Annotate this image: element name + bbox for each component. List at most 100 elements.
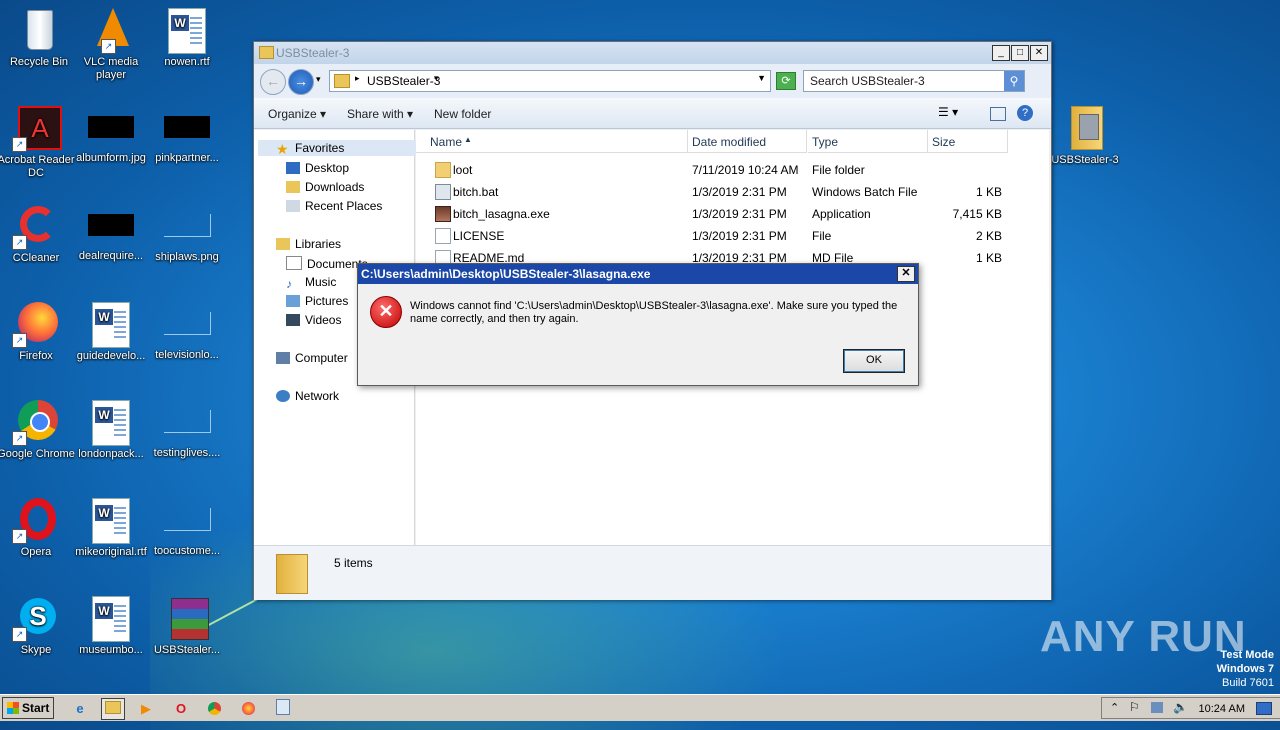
- preview-pane-icon[interactable]: [990, 107, 1006, 121]
- back-button[interactable]: ←: [260, 69, 286, 95]
- desktop-icon-londonpack[interactable]: W londonpack...: [72, 398, 150, 461]
- desktop-icon-ccleaner[interactable]: ↗ CCleaner: [0, 202, 75, 265]
- desktop-icon-chrome[interactable]: ↗ Google Chrome: [0, 398, 75, 461]
- opera-icon[interactable]: O: [169, 698, 193, 720]
- file-row[interactable]: bitch_lasagna.exe 1/3/2019 2:31 PM Appli…: [416, 203, 1049, 225]
- desktop-icon-pinkpartner[interactable]: pinkpartner...: [148, 104, 226, 165]
- desktop-icon-albumform[interactable]: albumform.jpg: [72, 104, 150, 165]
- organize-button[interactable]: Organize ▾: [268, 107, 326, 121]
- file-row[interactable]: bitch.bat 1/3/2019 2:31 PM Windows Batch…: [416, 181, 1049, 203]
- column-label: Name: [430, 135, 463, 149]
- desktop-icon-opera[interactable]: ↗ Opera: [0, 496, 75, 559]
- start-button[interactable]: Start: [2, 697, 54, 719]
- nav-network[interactable]: Network: [276, 389, 339, 403]
- build-line: Build 7601: [1222, 677, 1274, 689]
- nav-computer[interactable]: Computer: [276, 351, 348, 365]
- desktop-icon-skype[interactable]: S ↗ Skype: [0, 594, 75, 657]
- refresh-icon[interactable]: ⟳: [776, 72, 796, 90]
- desktop-icon-testinglives[interactable]: testinglives....: [148, 398, 226, 460]
- nav-libraries[interactable]: Libraries: [276, 237, 341, 251]
- search-icon[interactable]: ⚲: [1004, 71, 1024, 91]
- help-icon[interactable]: ?: [1017, 105, 1033, 121]
- desktop-icon-label: testinglives....: [153, 447, 221, 459]
- address-dropdown-icon[interactable]: ▼: [757, 73, 766, 83]
- minimize-button[interactable]: _: [992, 45, 1010, 61]
- close-button[interactable]: ✕: [1030, 45, 1048, 61]
- maximize-button[interactable]: □: [1011, 45, 1029, 61]
- nav-pictures[interactable]: Pictures: [286, 294, 348, 308]
- nav-label: Network: [295, 389, 340, 403]
- internet-explorer-icon[interactable]: e: [68, 698, 92, 720]
- desktop-icon-firefox[interactable]: ↗ Firefox: [0, 300, 75, 363]
- action-center-flag-icon[interactable]: ⚐: [1129, 700, 1140, 714]
- desktop-icon-toocustome[interactable]: toocustome...: [148, 496, 226, 558]
- desktop-icon-acrobat[interactable]: A ↗ Acrobat Reader DC: [0, 104, 75, 180]
- word-document-icon: W: [92, 400, 130, 446]
- column-header-size[interactable]: Size: [928, 130, 1008, 153]
- recent-pages-chevron-icon[interactable]: ▾: [316, 74, 321, 85]
- nav-label: Music: [305, 275, 337, 289]
- desktop-icon-shiplaws[interactable]: shiplaws.png: [148, 202, 226, 264]
- show-hidden-icons-icon[interactable]: ⌃: [1110, 701, 1119, 714]
- desktop-icon-dealrequire[interactable]: dealrequire...: [72, 202, 150, 263]
- share-with-button[interactable]: Share with ▾: [347, 107, 413, 121]
- desktop-icon-vlc[interactable]: ↗ VLC media player: [72, 6, 150, 82]
- firefox-icon[interactable]: [236, 698, 260, 720]
- search-input[interactable]: Search USBStealer-3 ⚲: [803, 70, 1025, 92]
- desktop-icon-label: Google Chrome: [0, 448, 75, 460]
- desktop-icon-guidedevelo[interactable]: W guidedevelo...: [72, 300, 150, 363]
- nav-recent-places[interactable]: Recent Places: [286, 199, 382, 213]
- desktop-icon-usbstealer-archive[interactable]: USBStealer...: [148, 594, 226, 657]
- desktop-icon-museumbo[interactable]: W museumbo...: [72, 594, 150, 657]
- recent-places-icon: [286, 200, 300, 212]
- file-row[interactable]: LICENSE 1/3/2019 2:31 PM File 2 KB: [416, 225, 1049, 247]
- file-thumbnail-icon: [163, 410, 211, 433]
- nav-desktop[interactable]: Desktop: [286, 161, 349, 175]
- show-desktop-icon[interactable]: [1256, 702, 1272, 715]
- desktop-icon-label: Recycle Bin: [9, 56, 69, 68]
- dialog-titlebar[interactable]: C:\Users\admin\Desktop\USBStealer-3\lasa…: [358, 264, 918, 284]
- view-options-icon[interactable]: ☰ ▾: [938, 105, 958, 119]
- clock[interactable]: 10:24 AM: [1199, 703, 1245, 715]
- explorer-titlebar[interactable]: USBStealer-3 _ □ ✕: [254, 42, 1051, 64]
- file-size: 1 KB: [975, 251, 1002, 265]
- image-thumbnail-icon: [163, 214, 211, 237]
- nav-documents[interactable]: Documents: [286, 256, 368, 271]
- network-status-icon[interactable]: [1151, 702, 1163, 713]
- forward-button[interactable]: →: [288, 69, 314, 95]
- breadcrumb-chevron-icon[interactable]: ▸: [355, 73, 360, 84]
- media-player-icon[interactable]: ▶: [134, 698, 158, 720]
- nav-videos[interactable]: Videos: [286, 313, 341, 327]
- ok-button[interactable]: OK: [843, 349, 905, 373]
- error-dialog[interactable]: C:\Users\admin\Desktop\USBStealer-3\lasa…: [357, 263, 919, 386]
- desktop-icon-televisionlo[interactable]: televisionlo...: [148, 300, 226, 362]
- chrome-icon[interactable]: [202, 698, 226, 720]
- opera-icon: ↗: [12, 496, 60, 544]
- volume-icon[interactable]: 🔈: [1173, 700, 1188, 714]
- column-header-name[interactable]: Name ▲: [416, 130, 688, 153]
- breadcrumb-chevron-icon[interactable]: ▾: [434, 73, 439, 84]
- nav-downloads[interactable]: Downloads: [286, 180, 364, 194]
- nav-label: Computer: [295, 351, 348, 365]
- explorer-taskbar-button[interactable]: [101, 698, 125, 720]
- nav-favorites[interactable]: ★ Favorites: [258, 140, 426, 156]
- notepad-icon[interactable]: [271, 698, 295, 720]
- address-text[interactable]: USBStealer-3: [367, 74, 440, 88]
- desktop-icon-usbstealer-folder[interactable]: USBStealer-3: [1046, 104, 1124, 167]
- file-icon: [435, 228, 451, 244]
- address-bar[interactable]: ▸ USBStealer-3 ▾ ▼: [329, 70, 771, 92]
- column-header-date[interactable]: Date modified: [688, 130, 807, 153]
- new-folder-button[interactable]: New folder: [434, 107, 491, 121]
- folder-icon: [259, 46, 274, 59]
- desktop-icon-mikeoriginal[interactable]: W mikeoriginal.rtf: [72, 496, 150, 559]
- videos-icon: [286, 314, 300, 326]
- column-label: Size: [932, 135, 956, 149]
- acrobat-icon: A ↗: [12, 104, 62, 152]
- nav-music[interactable]: ♪ Music: [286, 275, 337, 291]
- desktop-icon-recycle-bin[interactable]: Recycle Bin: [0, 6, 78, 69]
- desktop-icon-nowen[interactable]: W nowen.rtf: [148, 6, 226, 69]
- dialog-close-button[interactable]: ✕: [897, 266, 915, 282]
- desktop-icon-label: pinkpartner...: [155, 152, 219, 164]
- file-row[interactable]: loot 7/11/2019 10:24 AM File folder: [416, 159, 1049, 181]
- column-header-type[interactable]: Type: [808, 130, 928, 153]
